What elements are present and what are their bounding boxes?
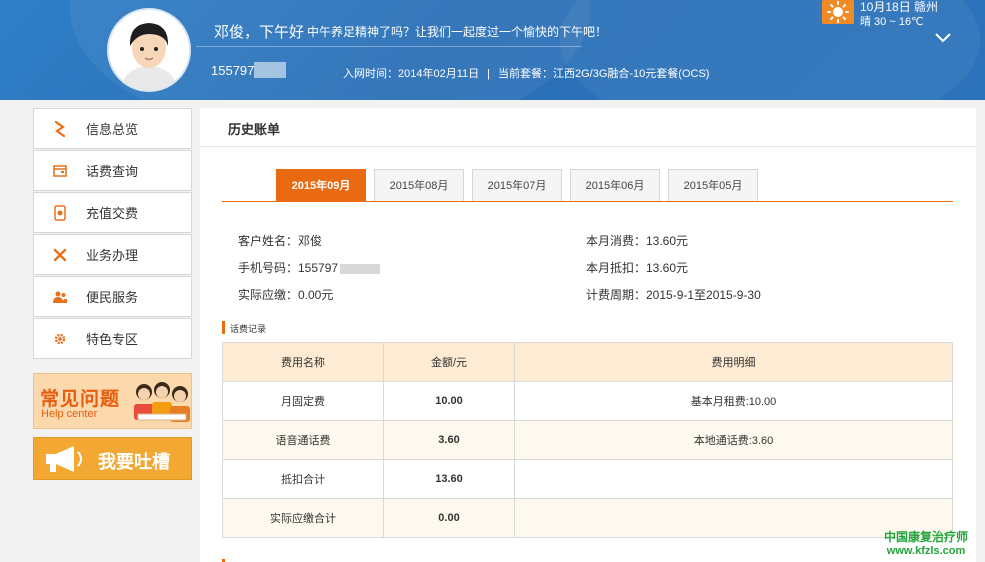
fee-amount: 3.60 [383, 420, 515, 460]
avatar-person-icon [109, 10, 189, 90]
sidebar-item-recharge[interactable]: 充值交费 [33, 192, 192, 233]
greeting-text: 邓俊，下午好 [214, 24, 305, 41]
sidebar: 信息总览 话费查询 充值交费 业务办理 便民服务 特色专区 [33, 108, 192, 360]
column-header: 费用明细 [514, 342, 953, 382]
gear-icon [34, 332, 86, 346]
phone-number: 155797 [211, 63, 255, 78]
fee-detail: 基本月租费:10.00 [514, 381, 953, 421]
sidebar-item-label: 信息总览 [86, 122, 139, 137]
phone-mask [340, 263, 381, 274]
tab-2015-05[interactable]: 2015年05月 [668, 169, 758, 201]
month-spend: 本月消费：13.60元 [586, 234, 689, 248]
sidebar-item-bill-query[interactable]: 话费查询 [33, 150, 192, 191]
title-divider [200, 146, 976, 147]
info-separator: | [487, 68, 490, 80]
account-info: 入网时间：2014年02月11日 | 当前套餐：江西2G/3G融合-10元套餐(OC… [343, 65, 709, 81]
fee-amount: 0.00 [383, 498, 515, 538]
phone-value: 手机号码：155797 [238, 261, 339, 275]
customer-name: 客户姓名：邓俊 [238, 234, 323, 248]
people-illustration-icon [134, 382, 190, 422]
sun-icon [822, 0, 854, 24]
watermark-url: www.kfzls.com [886, 545, 966, 557]
tab-2015-07[interactable]: 2015年07月 [472, 169, 562, 201]
tab-2015-09[interactable]: 2015年09月 [276, 169, 366, 201]
page-title: 历史账单 [228, 122, 281, 137]
section-bar [222, 321, 225, 334]
section-title: 话费记录 [230, 324, 267, 334]
join-date: 入网时间：2014年02月11日 [343, 68, 480, 80]
fee-detail: 本地通话费:3.60 [514, 420, 953, 460]
sidebar-item-service[interactable]: 便民服务 [33, 276, 192, 317]
fee-amount: 10.00 [383, 381, 515, 421]
main-panel: 历史账单 2015年09月 2015年08月 2015年07月 2015年06月… [200, 108, 976, 562]
tab-underline [222, 201, 953, 202]
feedback-banner[interactable]: 我要吐槽 [33, 437, 192, 480]
table-header-row: 费用名称 金额/元 费用明细 [222, 342, 953, 382]
overview-icon [34, 120, 86, 137]
help-title: 常见问题 [40, 389, 121, 410]
sidebar-item-business[interactable]: 业务办理 [33, 234, 192, 275]
sidebar-item-featured[interactable]: 特色专区 [33, 318, 192, 359]
table-row: 实际应缴合计 0.00 [222, 498, 953, 538]
sidebar-item-overview[interactable]: 信息总览 [33, 108, 192, 149]
actual-due: 实际应缴：0.00元 [238, 288, 334, 302]
help-subtitle: Help center [41, 408, 98, 420]
phone-mask [254, 62, 286, 78]
fee-name: 抵扣合计 [222, 459, 384, 499]
table-row: 抵扣合计 13.60 [222, 459, 953, 499]
table-row: 语音通话费 3.60 本地通话费:3.60 [222, 420, 953, 460]
sidebar-item-label: 话费查询 [86, 164, 139, 179]
slogan-text: 中午养足精神了吗？让我们一起度过一个愉快的下午吧！ [307, 25, 608, 39]
users-icon [34, 291, 86, 303]
fee-name: 月固定费 [222, 381, 384, 421]
tab-2015-06[interactable]: 2015年06月 [570, 169, 660, 201]
sidebar-item-label: 便民服务 [86, 290, 139, 305]
column-header: 费用名称 [222, 342, 384, 382]
fee-detail [514, 459, 953, 499]
weather-temp: 晴 30 ~ 16℃ [860, 16, 924, 28]
chevron-down-icon[interactable] [934, 32, 952, 47]
header-divider [196, 46, 582, 47]
megaphone-icon [46, 446, 82, 472]
phone-field: 手机号码：155797 [238, 259, 381, 276]
fee-name: 语音通话费 [222, 420, 384, 460]
avatar[interactable] [107, 8, 191, 92]
fee-name: 实际应缴合计 [222, 498, 384, 538]
current-plan: 当前套餐：江西2G/3G融合-10元套餐(OCS) [497, 68, 710, 80]
help-center-banner[interactable]: 常见问题 Help center [33, 373, 192, 429]
sidebar-item-label: 业务办理 [86, 248, 139, 263]
recharge-icon [34, 204, 86, 221]
month-deduct: 本月抵扣：13.60元 [586, 261, 689, 275]
sidebar-item-label: 特色专区 [86, 332, 139, 347]
column-header: 金额/元 [383, 342, 515, 382]
weather-widget: 10月18日 赣州 晴 30 ~ 16℃ [822, 0, 982, 30]
table-row: 月固定费 10.00 基本月租费:10.00 [222, 381, 953, 421]
billing-period: 计费周期：2015-9-1至2015-9-30 [586, 288, 761, 302]
watermark: 中国康复治疗师 www.kfzls.com [884, 528, 968, 557]
tab-2015-08[interactable]: 2015年08月 [374, 169, 464, 201]
feedback-label: 我要吐槽 [98, 452, 170, 472]
bill-table: 费用名称 金额/元 费用明细 月固定费 10.00 基本月租费:10.00 语音… [222, 342, 953, 538]
sidebar-item-label: 充值交费 [86, 206, 139, 221]
bill-icon [34, 164, 86, 177]
watermark-title: 中国康复治疗师 [884, 530, 969, 544]
tools-icon [34, 248, 86, 262]
header-banner: 邓俊，下午好 中午养足精神了吗？让我们一起度过一个愉快的下午吧！ 155797 … [0, 0, 985, 100]
fee-amount: 13.60 [383, 459, 515, 499]
